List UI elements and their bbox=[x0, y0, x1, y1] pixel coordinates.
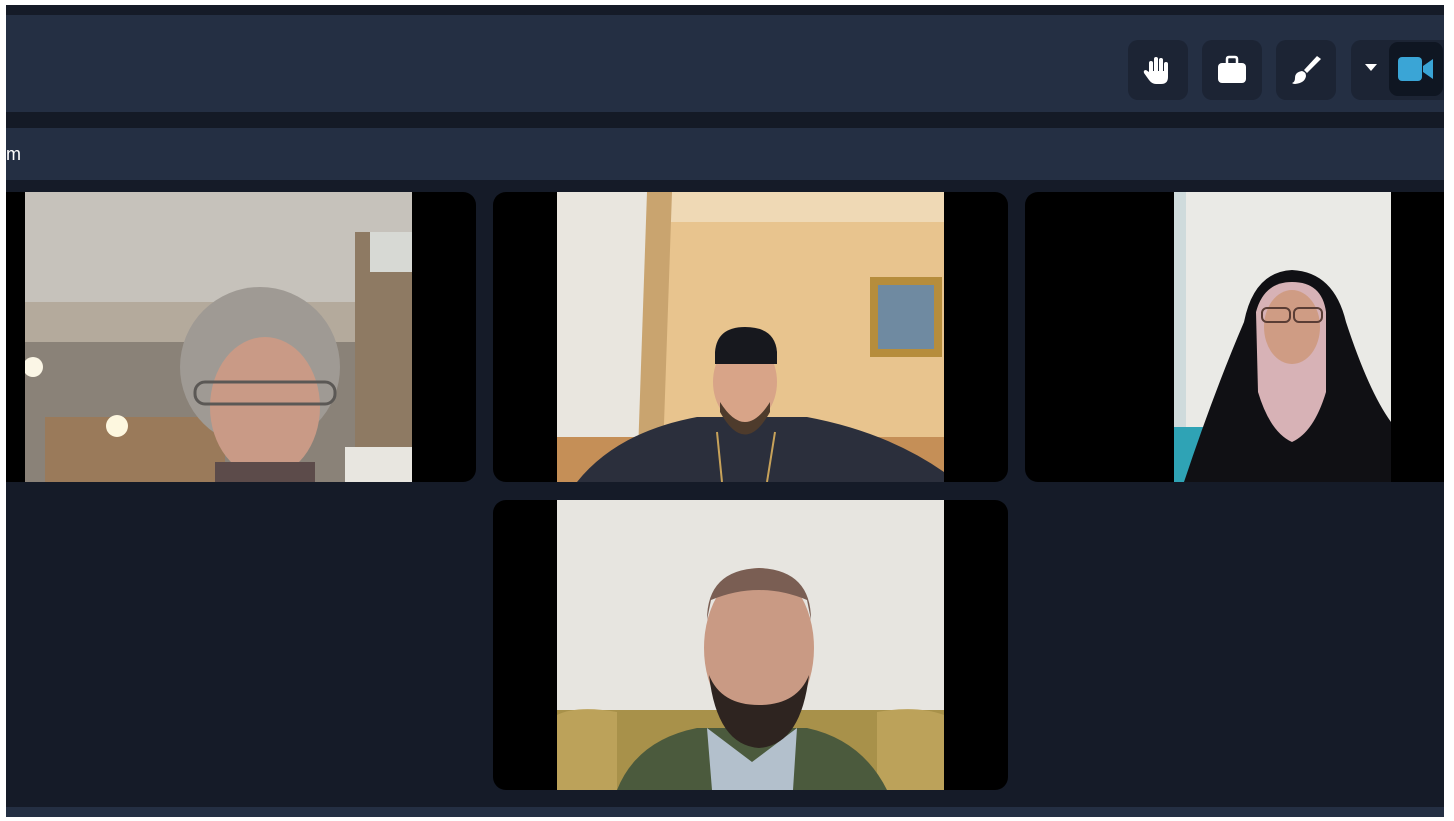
participant-tile-3[interactable] bbox=[1025, 192, 1444, 482]
participant-tile-2[interactable] bbox=[493, 192, 1008, 482]
participant-tile-1[interactable] bbox=[6, 192, 476, 482]
top-toolbar bbox=[6, 15, 1444, 112]
raise-hand-button[interactable] bbox=[1128, 40, 1188, 100]
briefcase-icon bbox=[1218, 55, 1246, 83]
participant-video-2 bbox=[557, 192, 944, 482]
hand-icon bbox=[1143, 57, 1168, 84]
paintbrush-icon bbox=[1292, 56, 1321, 84]
meeting-name-bar: m bbox=[6, 128, 1444, 180]
meeting-name-text: m bbox=[6, 144, 21, 164]
participant-video-3 bbox=[1174, 192, 1391, 482]
participant-video-1 bbox=[25, 192, 412, 482]
video-camera-icon bbox=[1398, 57, 1433, 81]
video-button[interactable] bbox=[1389, 42, 1443, 96]
whiteboard-button[interactable] bbox=[1276, 40, 1336, 100]
chevron-down-icon[interactable] bbox=[1365, 64, 1377, 71]
video-button-group bbox=[1351, 40, 1444, 100]
bottom-bar bbox=[6, 807, 1444, 817]
share-button[interactable] bbox=[1202, 40, 1262, 100]
participant-video-4 bbox=[557, 500, 944, 790]
participant-tile-4[interactable] bbox=[493, 500, 1008, 790]
toolbar-separator bbox=[6, 112, 1444, 128]
meeting-app: m bbox=[6, 5, 1444, 817]
